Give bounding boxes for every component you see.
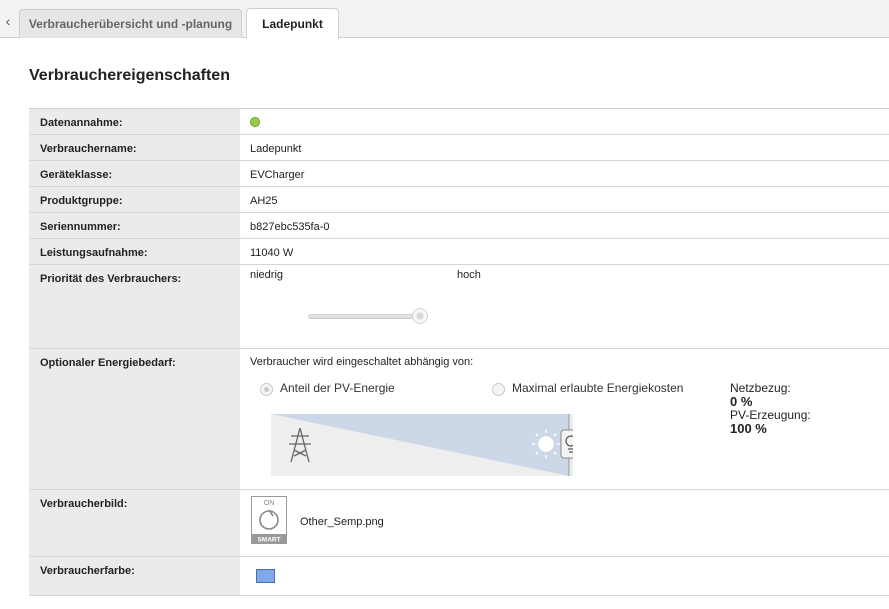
row-prioritaet: Priorität des Verbrauchers: niedrig hoch [29,265,889,349]
energy-config: Verbraucher wird eingeschaltet abhängig … [240,349,889,490]
label-geraeteklasse: Geräteklasse: [29,161,240,186]
tab-verbraucheruebersicht[interactable]: Verbraucherübersicht und -planung [19,9,242,38]
pv-erzeugung-value: 100 % [730,421,767,436]
radio-pv-share[interactable] [260,383,273,396]
value-produktgruppe: AH25 [250,195,278,207]
priority-slider-area: niedrig hoch [240,265,889,349]
properties-table: Datenannahme: Verbrauchername: Ladepunkt… [29,108,889,596]
priority-high-label: hoch [457,269,481,281]
label-prioritaet: Priorität des Verbrauchers: [29,265,240,348]
device-image-icon[interactable]: ON SMART [251,496,287,544]
row-geraeteklasse: Geräteklasse: EVCharger [29,161,889,187]
device-image-smart-text: SMART [257,537,280,544]
energy-share-readout: Netzbezug: 0 % PV-Erzeugung: 100 % [730,382,811,436]
row-verbrauchername: Verbrauchername: Ladepunkt [29,135,889,161]
value-leistungsaufnahme: 11040 W [250,247,294,259]
row-energiebedarf: Optionaler Energiebedarf: Verbraucher wi… [29,349,889,490]
lightbulb-handle-icon[interactable] [560,429,573,459]
status-dot-icon [250,117,260,127]
tab-ladepunkt[interactable]: Ladepunkt [246,8,339,39]
value-datenannahme [240,109,889,134]
label-seriennummer: Seriennummer: [29,213,240,238]
label-verbrauchername: Verbrauchername: [29,135,240,160]
row-seriennummer: Seriennummer: b827ebc535fa-0 [29,213,889,239]
section-title: Verbrauchereigenschaften [29,67,230,84]
label-datenannahme: Datenannahme: [29,109,240,134]
priority-low-label: niedrig [250,269,284,281]
row-datenannahme: Datenannahme: [29,109,889,135]
priority-slider-handle[interactable] [412,308,428,324]
row-verbraucherfarbe: Verbraucherfarbe: [29,557,889,596]
label-produktgruppe: Produktgruppe: [29,187,240,212]
netzbezug-value: 0 % [730,394,753,409]
row-produktgruppe: Produktgruppe: AH25 [29,187,889,213]
energy-intro-text: Verbraucher wird eingeschaltet abhängig … [250,356,474,368]
row-verbraucherbild: Verbraucherbild: ON SMART Other_Semp.png [29,490,889,557]
value-verbrauchername: Ladepunkt [250,143,302,155]
verbraucherbild-value: ON SMART Other_Semp.png [240,490,889,557]
color-swatch[interactable] [256,569,275,583]
chevron-left-icon[interactable]: ‹ [0,6,16,36]
radio-max-cost-label[interactable]: Maximal erlaubte Energiekosten [512,381,683,395]
row-leistungsaufnahme: Leistungsaufnahme: 11040 W [29,239,889,265]
radio-pv-share-label[interactable]: Anteil der PV-Energie [280,381,395,395]
label-verbraucherbild: Verbraucherbild: [29,490,240,556]
pv-share-graphic[interactable] [271,414,573,476]
label-leistungsaufnahme: Leistungsaufnahme: [29,239,240,264]
device-image-filename: Other_Semp.png [300,516,384,528]
verbraucherfarbe-value [240,557,889,596]
device-image-on-text: ON [264,500,275,507]
tab-bar: ‹ Verbraucherübersicht und -planung Lade… [0,0,889,39]
priority-slider-track[interactable] [308,314,428,319]
radio-max-cost[interactable] [492,383,505,396]
value-geraeteklasse: EVCharger [250,169,305,181]
label-verbraucherfarbe: Verbraucherfarbe: [29,557,240,595]
label-energiebedarf: Optionaler Energiebedarf: [29,349,240,489]
value-seriennummer: b827ebc535fa-0 [250,221,330,233]
